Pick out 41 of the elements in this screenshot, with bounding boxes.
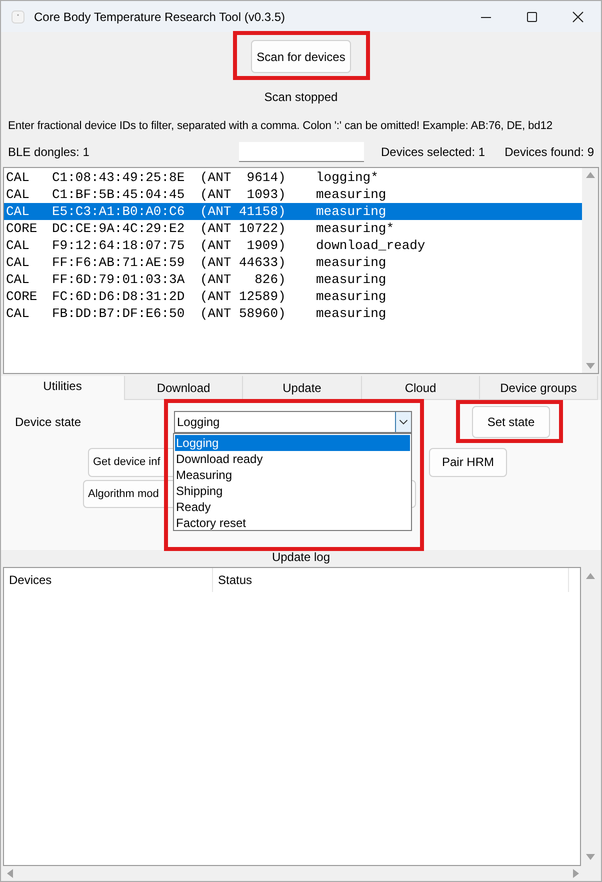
update-log-title: Update log xyxy=(272,550,330,564)
dropdown-option[interactable]: Shipping xyxy=(175,482,410,499)
dropdown-option[interactable]: Ready xyxy=(175,498,410,515)
tab[interactable]: Device groups xyxy=(480,376,598,400)
device-row[interactable]: CAL FF:6D:79:01:03:3A (ANT 826) measuring xyxy=(4,270,582,288)
scroll-up-icon[interactable] xyxy=(586,172,594,178)
app-icon xyxy=(11,10,25,24)
device-row[interactable]: CAL E5:C3:A1:B0:A0:C6 (ANT 41158) measuring xyxy=(4,202,582,220)
dropdown-option[interactable]: Logging xyxy=(175,434,410,451)
dongle-count: BLE dongles: 1 xyxy=(8,144,90,161)
maximize-icon[interactable] xyxy=(526,10,538,22)
device-row[interactable]: CAL FB:DD:B7:DF:E6:50 (ANT 58960) measuring xyxy=(4,304,582,322)
scroll-down-icon[interactable] xyxy=(586,362,594,369)
tab[interactable]: Utilities xyxy=(1,376,125,400)
filter-field[interactable] xyxy=(239,142,364,162)
state-dropdown[interactable]: Logging xyxy=(174,410,412,433)
device-row[interactable]: CORE FC:6D:D6:D8:31:2D (ANT 12589) measuring xyxy=(4,288,582,305)
chevron-down-icon xyxy=(395,412,411,432)
window-title: Core Body Temperature Research Tool (v0.3.5) xyxy=(34,8,286,26)
scroll-left-icon[interactable] xyxy=(7,869,13,878)
device-row[interactable]: CAL F9:12:64:18:07:75 (ANT 1909) download_ready xyxy=(4,236,582,254)
device-row[interactable]: CORE DC:CE:9A:4C:29:E2 (ANT 10722) measuring* xyxy=(4,220,582,237)
device-row[interactable]: CAL C1:08:43:49:25:8E (ANT 9614) logging* xyxy=(4,168,582,186)
device-row[interactable]: CAL C1:BF:5B:45:04:45 (ANT 1093) measuring xyxy=(4,186,582,203)
scan-status: Scan stopped xyxy=(264,89,338,106)
scroll-down-icon[interactable] xyxy=(586,854,594,860)
pair-hrm-button[interactable]: Pair HRM xyxy=(429,448,507,477)
selected-count: Devices selected: 1 xyxy=(381,144,486,161)
dropdown-option[interactable]: Factory reset xyxy=(175,514,410,531)
scroll-up-icon[interactable] xyxy=(586,572,594,579)
found-count: Devices found: 9 xyxy=(504,144,594,161)
tab[interactable]: Download xyxy=(125,376,243,400)
set-state-button[interactable]: Set state xyxy=(472,406,550,438)
dropdown-option[interactable]: Download ready xyxy=(175,450,410,467)
scan-button[interactable]: Scan for devices xyxy=(251,40,351,73)
dropdown-option[interactable]: Measuring xyxy=(175,466,410,483)
device-row[interactable]: CAL FF:F6:AB:71:AE:59 (ANT 44633) measuring xyxy=(4,254,582,271)
device-state-label: Device state xyxy=(15,414,82,431)
filter-hint: Enter fractional device IDs to filter, separated with a comma. Colon ':' can be omitted! Example: AB:76, DE, bd12 xyxy=(8,119,553,134)
scroll-right-icon[interactable] xyxy=(573,869,579,878)
close-icon[interactable] xyxy=(572,10,584,22)
